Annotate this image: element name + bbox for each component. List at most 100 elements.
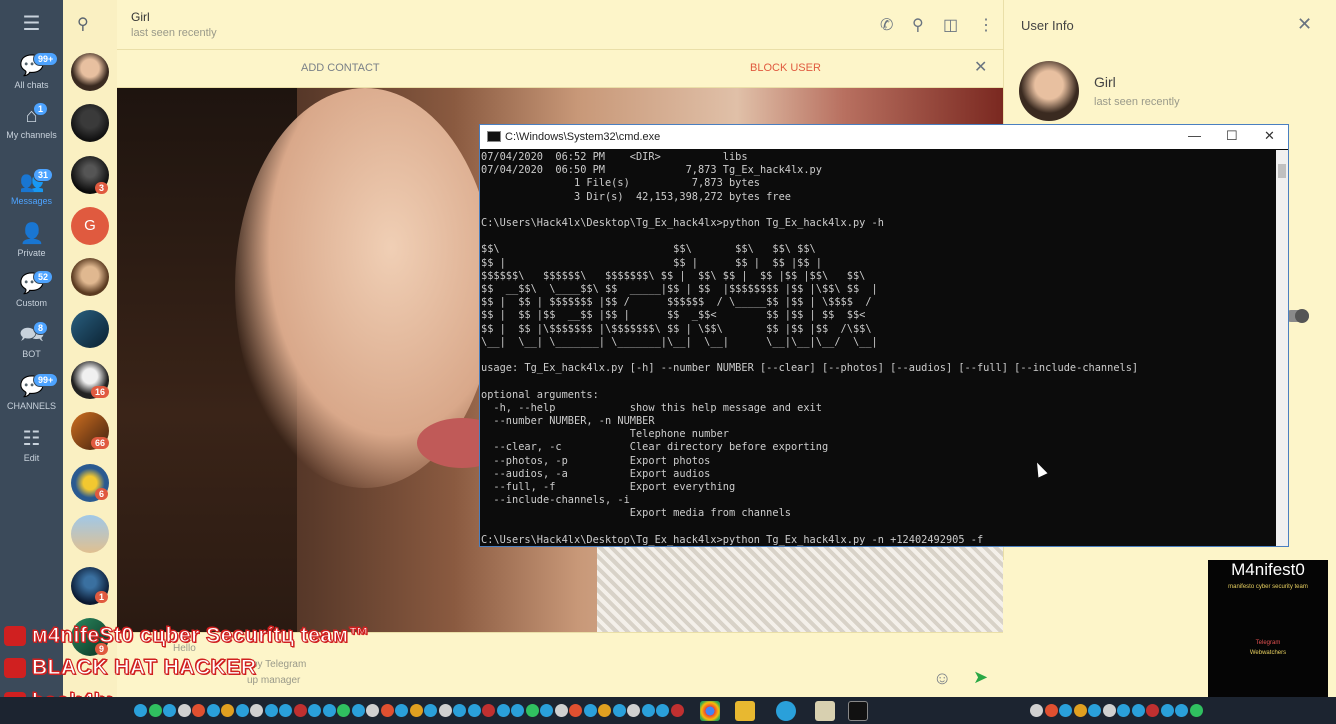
taskbar-app-icon[interactable] <box>308 704 321 717</box>
send-icon[interactable]: ➤ <box>973 667 988 688</box>
tray-icon[interactable] <box>1175 704 1188 717</box>
tray-icon[interactable] <box>1189 704 1203 717</box>
chat-avatar[interactable] <box>71 515 109 553</box>
taskbar-app-icon[interactable] <box>148 704 162 717</box>
tray-icon[interactable] <box>1059 704 1072 717</box>
taskbar-app-icon[interactable] <box>163 704 176 717</box>
taskbar-app-icon[interactable] <box>221 704 234 717</box>
sidebar-item-channels[interactable]: 💬 99+ CHANNELS <box>0 373 63 411</box>
sidebar-toggle-icon[interactable]: ◫ <box>943 15 958 35</box>
tray-icon[interactable] <box>1044 704 1058 717</box>
sidebar-item-bot[interactable]: 🗪 8 BOT <box>0 321 63 359</box>
taskbar-app-icon[interactable] <box>206 704 220 717</box>
tray-icon[interactable] <box>1088 704 1101 717</box>
chat-avatar[interactable]: G <box>71 207 109 245</box>
taskbar-app-icon[interactable] <box>264 704 278 717</box>
unread-badge: 66 <box>91 437 110 449</box>
add-contact-button[interactable]: ADD CONTACT <box>301 62 380 74</box>
chrome-icon[interactable] <box>700 701 720 721</box>
taskbar-app-icon[interactable] <box>656 704 669 717</box>
console-line: $$ | $$ | $$$$$$$ |$$ / $$$$$$ / \_____$… <box>481 296 872 309</box>
taskbar-app-icon[interactable] <box>192 704 205 717</box>
taskbar-app-icon[interactable] <box>250 704 263 717</box>
taskbar-app-icon[interactable] <box>496 704 510 717</box>
sidebar-item-custom[interactable]: 💬 52 Custom <box>0 270 63 308</box>
sidebar-item-all-chats[interactable]: 💬 99+ All chats <box>0 52 63 90</box>
phone-icon[interactable]: ✆ <box>880 15 893 35</box>
console-output[interactable]: 07/04/2020 06:52 PM <DIR> libs 07/04/2020… <box>480 151 1276 547</box>
search-icon[interactable]: ⚲ <box>912 15 924 35</box>
taskbar-app-icon[interactable] <box>380 704 394 717</box>
notepad-icon[interactable] <box>815 701 835 721</box>
taskbar-app-icon[interactable] <box>627 704 640 717</box>
chat-avatar[interactable] <box>71 104 109 142</box>
taskbar-app-icon[interactable] <box>612 704 626 717</box>
taskbar-app-icon[interactable] <box>598 704 611 717</box>
taskbar-app-icon[interactable] <box>279 704 292 717</box>
menu-button[interactable]: ☰ <box>0 12 63 38</box>
emoji-icon[interactable]: ☺ <box>933 668 951 689</box>
close-icon[interactable]: ✕ <box>1297 14 1312 35</box>
search-icon[interactable]: ⚲ <box>77 14 89 34</box>
scrollbar-thumb[interactable] <box>1278 164 1286 178</box>
taskbar-app-icon[interactable] <box>467 704 481 717</box>
cmd-icon[interactable] <box>848 701 868 721</box>
taskbar-app-icon[interactable] <box>177 704 191 717</box>
chat-avatar[interactable] <box>71 53 109 91</box>
taskbar-app-icon[interactable] <box>641 704 655 717</box>
taskbar-app-icon[interactable] <box>235 704 249 717</box>
block-user-button[interactable]: BLOCK USER <box>750 62 821 74</box>
tray-icon[interactable] <box>1117 704 1130 717</box>
taskbar-app-icon[interactable] <box>438 704 452 717</box>
tray-icon[interactable] <box>1146 704 1159 717</box>
taskbar-app-icon[interactable] <box>293 704 307 717</box>
tray-icon[interactable] <box>1102 704 1116 717</box>
taskbar-app-icon[interactable] <box>351 704 365 717</box>
hamburger-icon: ☰ <box>22 13 41 35</box>
console-line: $$ | $$ |\$$$$$$$ |\$$$$$$$\ $$ | \$$\ $… <box>481 322 872 335</box>
taskbar-app-icon[interactable] <box>525 704 539 717</box>
taskbar-app-icon[interactable] <box>409 704 423 717</box>
sidebar-item-edit[interactable]: ☷ Edit <box>0 427 63 463</box>
taskbar-app-icon[interactable] <box>322 704 336 717</box>
sidebar-item-private[interactable]: 👤 Private <box>0 222 63 258</box>
taskbar-app-icon[interactable] <box>366 704 379 717</box>
taskbar-app-icon[interactable] <box>583 704 597 717</box>
scrollbar[interactable] <box>1276 150 1288 546</box>
sidebar-item-my-channels[interactable]: ⌂ 1 My channels <box>0 102 63 140</box>
taskbar-app-icon[interactable] <box>453 704 466 717</box>
sidebar-item-messages[interactable]: 👥 31 Messages <box>0 168 63 206</box>
taskbar-app-icon[interactable] <box>482 704 495 717</box>
chat-avatar[interactable] <box>71 310 109 348</box>
taskbar-app-icon[interactable] <box>540 704 553 717</box>
flame-icon <box>4 658 26 679</box>
taskbar-app-icon[interactable] <box>569 704 582 717</box>
window-titlebar[interactable]: C:\Windows\System32\cmd.exe — ☐ ✕ <box>480 125 1288 149</box>
avatar[interactable] <box>1019 61 1079 121</box>
taskbar-app-icon[interactable] <box>670 704 684 717</box>
tray-icon[interactable] <box>1160 704 1174 717</box>
console-line: 07/04/2020 06:52 PM <DIR> libs <box>481 151 748 163</box>
taskbar-app-icon[interactable] <box>395 704 408 717</box>
taskbar-app-icon[interactable] <box>554 704 568 717</box>
minimize-icon[interactable]: — <box>1188 128 1201 143</box>
close-icon[interactable]: ✕ <box>974 57 987 77</box>
chat-title[interactable]: Girl <box>131 10 150 24</box>
tray-icon[interactable] <box>1073 704 1087 717</box>
folder-icon[interactable] <box>735 701 755 721</box>
tray-icon[interactable] <box>1131 704 1145 717</box>
more-vertical-icon[interactable]: ⋮ <box>978 15 994 35</box>
tray-icon[interactable] <box>1030 704 1043 717</box>
taskbar-app-icon[interactable] <box>337 704 350 717</box>
close-icon[interactable]: ✕ <box>1264 128 1275 144</box>
watermark-line: м4nifeSt0 cцber Securítц teaм™ <box>4 624 370 648</box>
taskbar-app-icon[interactable] <box>134 704 147 717</box>
chat-avatar[interactable] <box>71 258 109 296</box>
maximize-icon[interactable]: ☐ <box>1226 128 1238 144</box>
taskbar-app-icon[interactable] <box>511 704 524 717</box>
message-preview: by Telegram <box>252 659 307 670</box>
taskbar-app-icon[interactable] <box>424 704 437 717</box>
telegram-icon[interactable] <box>776 701 796 721</box>
